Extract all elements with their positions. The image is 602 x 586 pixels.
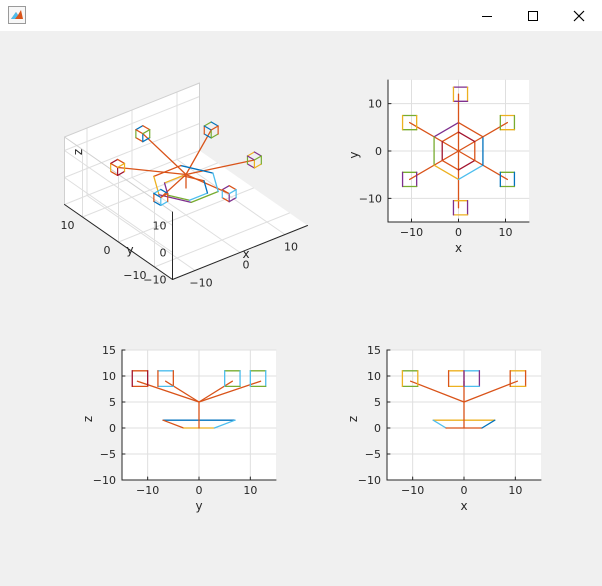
minimize-button[interactable]: [464, 0, 510, 31]
x-tick-label: 10: [243, 484, 257, 497]
x-tick-label: −10: [400, 226, 423, 239]
y-axis-label: y: [347, 151, 361, 158]
y-tick-label: 15: [102, 344, 116, 357]
x-tick-label: 10: [284, 241, 298, 254]
x-tick-label: 10: [499, 226, 513, 239]
y-tick-label: 0: [109, 422, 116, 435]
z-tick-label: 0: [160, 247, 167, 260]
x-axis-label: x: [460, 499, 467, 513]
y-tick-label: −5: [365, 448, 381, 461]
axes-0: −10010−10010−10010xyz: [61, 82, 308, 290]
y-tick-label: 5: [109, 396, 116, 409]
y-axis-label: y: [126, 243, 133, 257]
y-tick-label: −10: [359, 192, 382, 205]
x-tick-label: 0: [455, 226, 462, 239]
axes-3: −10 0 10 −10 −5 0 5 10 15 x z: [346, 344, 542, 513]
cube-edge: [246, 155, 255, 161]
cube-edge: [210, 121, 219, 127]
close-icon: [573, 10, 585, 21]
cube-edge: [210, 125, 219, 131]
cube-edge: [246, 163, 255, 169]
y-tick-label: −10: [358, 474, 381, 487]
x-tick-label: 0: [461, 484, 468, 497]
maximize-button[interactable]: [510, 0, 556, 31]
minimize-icon: [482, 15, 492, 17]
y-tick-label: 15: [367, 344, 381, 357]
y-tick-label: 0: [104, 244, 111, 257]
close-button[interactable]: [556, 0, 602, 31]
x-axis-label: x: [242, 247, 249, 261]
y-tick-label: 10: [368, 98, 382, 111]
y-tick-label: 0: [374, 422, 381, 435]
cube-edge: [210, 133, 219, 139]
y-tick-label: 5: [374, 396, 381, 409]
z-tick-label: 10: [153, 220, 167, 233]
matlab-figure-icon[interactable]: [8, 6, 26, 24]
cube-edge: [253, 155, 262, 161]
y-axis-label: z: [81, 416, 95, 422]
maximize-icon: [528, 10, 538, 21]
cube-edge: [246, 151, 255, 157]
y-tick-label: 10: [367, 370, 381, 383]
cube-edge: [253, 151, 262, 157]
cube-edge: [203, 121, 212, 127]
y-tick-label: 10: [102, 370, 116, 383]
x-axis-label: y: [195, 499, 202, 513]
y-axis-label: z: [346, 416, 360, 422]
x-tick-label: 10: [508, 484, 522, 497]
z-axis-label: z: [71, 149, 85, 155]
cube-edge: [203, 125, 212, 131]
x-tick-label: −10: [189, 277, 212, 290]
x-axis-label: x: [455, 241, 462, 255]
axes-2: −10 0 10 −10 −5 0 5 10 15 y z: [81, 344, 277, 513]
x-tick-label: −10: [401, 484, 424, 497]
figure-canvas: −10 0 10 −10 0 10 x y −10 0 10 −10 −5 0 5 10 15 y z −10 0 10−…: [0, 31, 602, 582]
y-tick-label: 0: [375, 145, 382, 158]
figure-svg: −10 0 10−10010xy−10 0 10−10−5051015yz−10 0 10−…: [61, 79, 542, 513]
window-title-bar: [0, 0, 602, 32]
z-tick-label: −10: [143, 274, 166, 287]
axes-1: −10 0 10 −10 0 10 x y: [347, 79, 530, 255]
x-tick-label: −10: [136, 484, 159, 497]
y-tick-label: −10: [93, 474, 116, 487]
cube-edge: [253, 163, 262, 169]
x-tick-label: 0: [196, 484, 203, 497]
y-tick-label: 10: [61, 219, 75, 232]
y-tick-label: −5: [100, 448, 116, 461]
